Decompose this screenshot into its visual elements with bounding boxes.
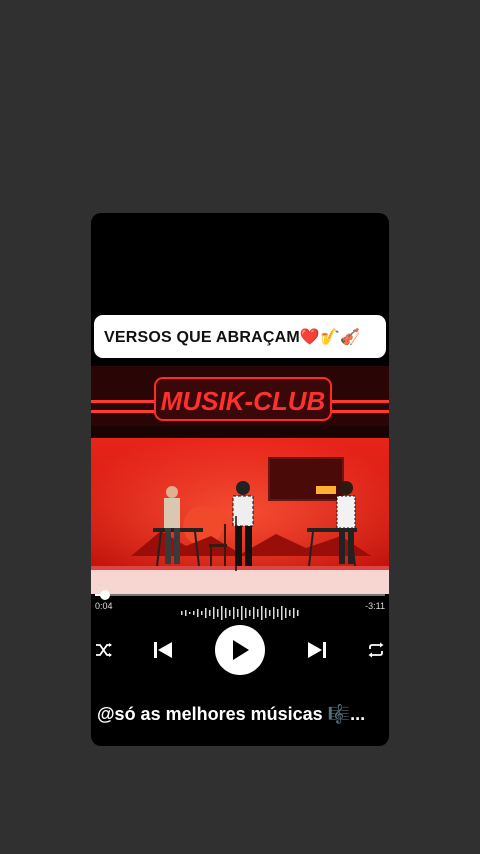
play-button[interactable] bbox=[215, 625, 265, 675]
repeat-icon[interactable] bbox=[365, 639, 387, 661]
skip-previous-icon[interactable] bbox=[151, 638, 175, 662]
neon-sign: MUSIK-CLUB bbox=[161, 386, 326, 416]
player-card: VERSOS QUE ABRAÇAM❤️🎷🎻 MUSIK-CLUB 0:04 -… bbox=[91, 213, 389, 746]
progress-knob[interactable] bbox=[100, 590, 111, 600]
stage-scene: MUSIK-CLUB bbox=[91, 366, 389, 594]
title-banner: VERSOS QUE ABRAÇAM❤️🎷🎻 bbox=[94, 315, 386, 358]
title-text: VERSOS QUE ABRAÇAM❤️🎷🎻 bbox=[104, 328, 361, 346]
video-frame[interactable]: MUSIK-CLUB bbox=[91, 366, 389, 594]
elapsed-time: 0:04 bbox=[95, 601, 113, 611]
skip-next-icon[interactable] bbox=[305, 638, 329, 662]
playback-controls bbox=[91, 623, 389, 675]
waveform-icon bbox=[181, 606, 299, 620]
remaining-time: -3:11 bbox=[365, 601, 385, 611]
shuffle-icon[interactable] bbox=[93, 639, 115, 661]
progress-bar[interactable] bbox=[95, 590, 385, 600]
account-handle: @só as melhores músicas 🎼... bbox=[97, 704, 366, 724]
play-icon bbox=[233, 640, 249, 660]
